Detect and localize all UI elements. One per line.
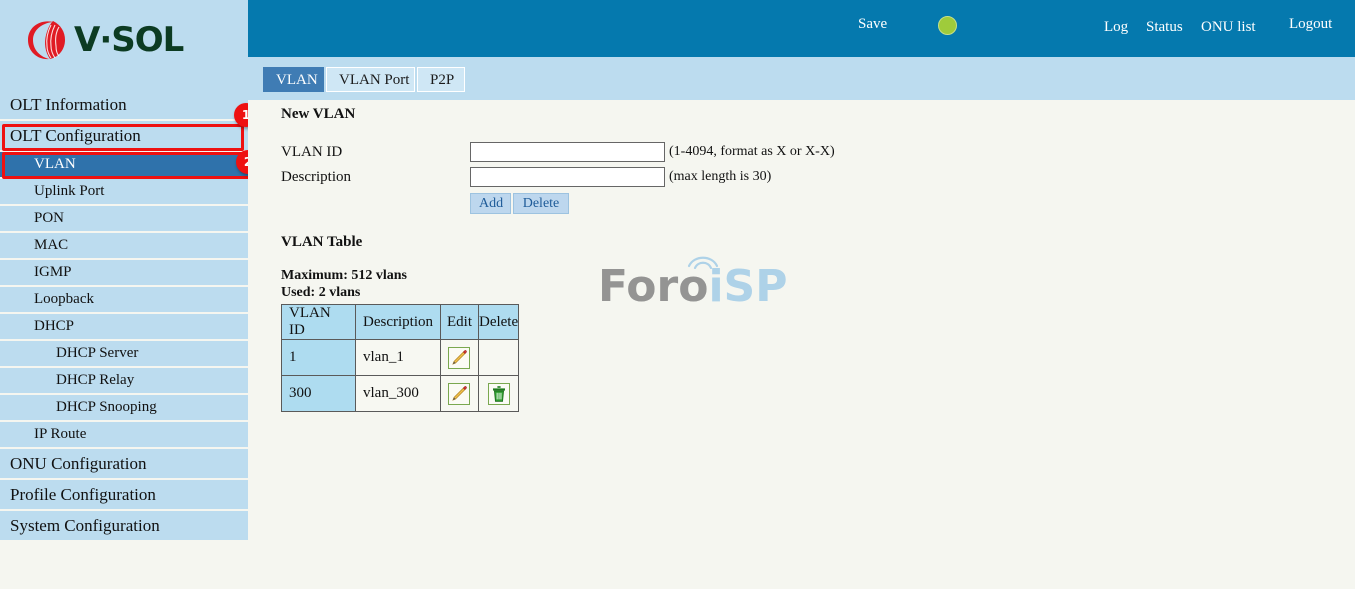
watermark-text-isp: iSP: [708, 261, 788, 312]
status-indicator-dot: [938, 16, 957, 35]
cell-edit: [439, 375, 479, 412]
tab-vlan-port[interactable]: VLAN Port: [326, 67, 415, 92]
sidebar-item-profile-configuration[interactable]: Profile Configuration: [0, 480, 248, 509]
sidebar-item-label: IP Route: [34, 426, 87, 442]
tab-vlan[interactable]: VLAN: [263, 67, 324, 92]
table-row: 1 vlan_1: [281, 339, 520, 376]
sidebar-item-label: DHCP Snooping: [56, 399, 157, 415]
sidebar-item-label: IGMP: [34, 264, 72, 280]
sidebar-item-olt-information[interactable]: OLT Information: [0, 90, 248, 119]
column-header-delete: Delete: [477, 304, 520, 340]
status-link[interactable]: Status: [1146, 19, 1183, 36]
sidebar-item-mac[interactable]: MAC: [0, 233, 248, 258]
sidebar-item-label: Profile Configuration: [10, 485, 156, 504]
sidebar-item-label: OLT Information: [10, 95, 127, 114]
vlan-id-label: VLAN ID: [281, 144, 343, 160]
table-header-row: VLAN ID Description Edit Delete: [281, 304, 520, 340]
foroisp-watermark: ForoiSP: [598, 256, 787, 309]
sidebar-item-label: OLT Configuration: [10, 126, 141, 145]
sidebar-item-label: PON: [34, 210, 65, 226]
sidebar-item-igmp[interactable]: IGMP: [0, 260, 248, 285]
cell-description: vlan_300: [355, 375, 441, 412]
vlan-table: VLAN ID Description Edit Delete 1 vlan_1 3…: [281, 304, 520, 412]
sidebar-item-uplink-port[interactable]: Uplink Port: [0, 179, 248, 204]
cell-edit: [439, 339, 479, 376]
vlan-used-count: Used: 2 vlans: [281, 285, 361, 300]
sidebar-item-label: Uplink Port: [34, 183, 105, 199]
sidebar-item-label: DHCP: [34, 318, 75, 334]
sidebar-item-system-configuration[interactable]: System Configuration: [0, 511, 248, 540]
sidebar-item-dhcp-server[interactable]: DHCP Server: [0, 341, 248, 366]
table-row: 300 vlan_300: [281, 375, 520, 412]
vlan-maximum-count: Maximum: 512 vlans: [281, 268, 407, 283]
wifi-arc-icon: [687, 256, 719, 269]
sidebar-item-ip-route[interactable]: IP Route: [0, 422, 248, 447]
tab-bar: VLAN VLAN Port P2P: [248, 57, 1355, 100]
trash-delete-icon[interactable]: [487, 382, 510, 405]
column-header-description: Description: [355, 304, 441, 340]
brand-logo: V·SOL: [20, 16, 184, 64]
sidebar-item-label: ONU Configuration: [10, 454, 147, 473]
new-vlan-heading: New VLAN: [281, 106, 356, 122]
cell-vlan-id: 1: [281, 339, 356, 376]
save-button[interactable]: Save: [858, 16, 887, 33]
sidebar-item-label: VLAN: [34, 156, 76, 172]
vsol-swoosh-icon: [20, 16, 68, 64]
sidebar-item-label: MAC: [34, 237, 69, 253]
sidebar-item-dhcp[interactable]: DHCP: [0, 314, 248, 339]
description-input[interactable]: [470, 167, 665, 187]
sidebar-navigation: OLT Information OLT Configuration VLAN Upli…: [0, 90, 248, 542]
sidebar-item-label: DHCP Server: [56, 345, 139, 361]
description-label: Description: [281, 169, 351, 185]
sidebar-item-label: Loopback: [34, 291, 94, 307]
top-header-bar: Save Log Status ONU list Logout: [248, 0, 1355, 57]
logo-panel: V·SOL: [0, 0, 248, 90]
logout-link[interactable]: Logout: [1289, 16, 1332, 33]
delete-button[interactable]: Delete: [513, 193, 569, 214]
tab-p2p[interactable]: P2P: [417, 67, 465, 92]
vlan-id-hint: (1-4094, format as X or X-X): [669, 144, 835, 159]
pencil-edit-icon[interactable]: [448, 382, 471, 405]
sidebar-item-dhcp-snooping[interactable]: DHCP Snooping: [0, 395, 248, 420]
sidebar-item-pon[interactable]: PON: [0, 206, 248, 231]
column-header-edit: Edit: [439, 304, 479, 340]
cell-description: vlan_1: [355, 339, 441, 376]
vlan-id-input[interactable]: [470, 142, 665, 162]
cell-vlan-id: 300: [281, 375, 356, 412]
sidebar-item-label: DHCP Relay: [56, 372, 135, 388]
main-content: ForoiSP New VLAN VLAN ID (1-4094, format…: [248, 100, 1355, 589]
brand-logo-text: V·SOL: [74, 20, 184, 60]
pencil-edit-icon[interactable]: [448, 346, 471, 369]
sidebar-item-loopback[interactable]: Loopback: [0, 287, 248, 312]
sidebar-item-vlan[interactable]: VLAN: [0, 152, 248, 177]
sidebar-item-onu-configuration[interactable]: ONU Configuration: [0, 449, 248, 478]
sidebar-item-dhcp-relay[interactable]: DHCP Relay: [0, 368, 248, 393]
onu-list-link[interactable]: ONU list: [1201, 19, 1256, 36]
description-hint: (max length is 30): [669, 169, 772, 184]
column-header-vlan-id: VLAN ID: [281, 304, 356, 340]
log-link[interactable]: Log: [1104, 19, 1128, 36]
cell-delete: [477, 339, 520, 376]
cell-delete: [477, 375, 520, 412]
add-button[interactable]: Add: [470, 193, 511, 214]
sidebar-item-olt-configuration[interactable]: OLT Configuration: [0, 121, 248, 150]
vlan-table-heading: VLAN Table: [281, 234, 363, 250]
sidebar-item-label: System Configuration: [10, 516, 160, 535]
